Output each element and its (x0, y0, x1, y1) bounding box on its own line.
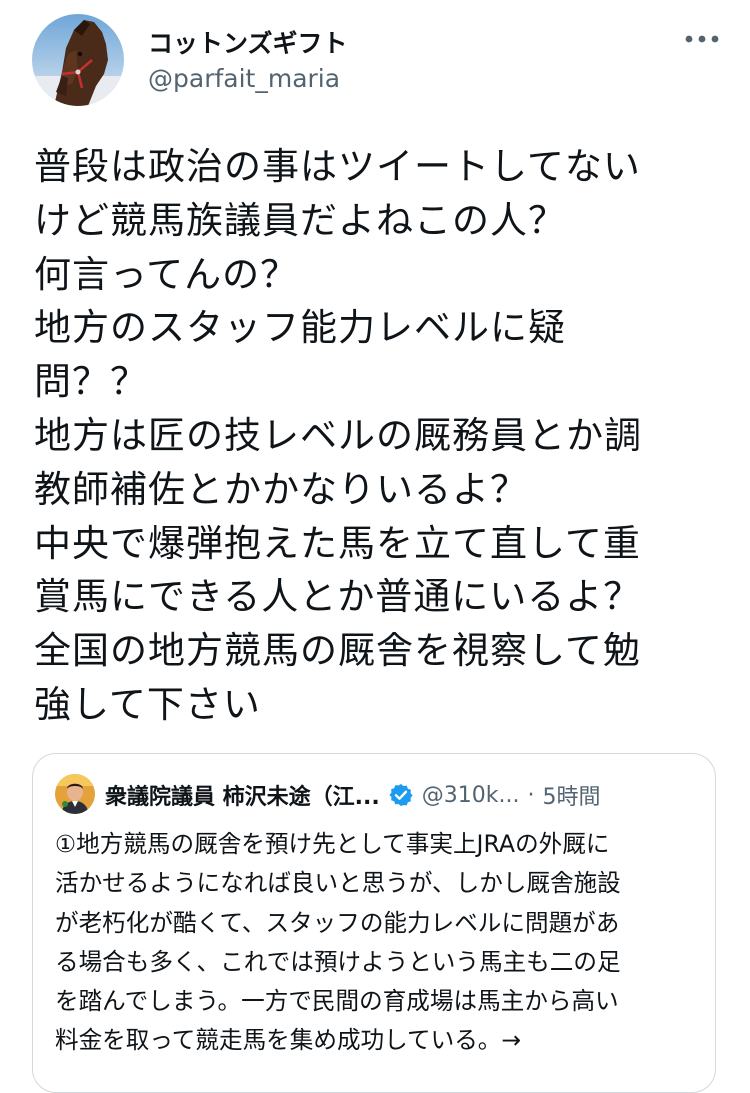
author-display-name[interactable]: コットンズギフト (148, 24, 348, 60)
quoted-text-line: が老朽化が酷くて、スタッフの能力レベルに問題があ (55, 908, 620, 937)
quoted-text-line: 活かせるようになれば良いと思うが、しかし厩舎施設 (55, 869, 621, 898)
tweet-text-line: 全国の地方競馬の厩舎を視察して勉 (34, 629, 641, 673)
quoted-tweet-text: ①地方競馬の厩舎を預け先として事実上JRAの外厩に 活かせるようになれば良いと思… (55, 825, 705, 1061)
person-avatar-image (55, 774, 95, 814)
tweet-text-line: 問？？ (34, 360, 148, 404)
verified-badge-icon (388, 782, 414, 808)
quoted-text-line: ①地方競馬の厩舎を預け先として事実上JRAの外厩に (55, 830, 610, 858)
quoted-tweet-header: 衆議院議員 柿沢未途（江... @310k... · 5時間 (105, 779, 600, 811)
quoted-text-line: 料金を取って競走馬を集め成功している。→ (55, 1026, 522, 1055)
tweet-text-line: 地方のスタッフ能力レベルに疑 (34, 306, 566, 350)
tweet-text-line: 教師補佐とかかなりいるよ？ (34, 467, 528, 511)
quoted-tweet-card[interactable]: 衆議院議員 柿沢未途（江... @310k... · 5時間 ①地方競馬の厩舎を… (32, 753, 716, 1093)
quoted-text-line: を踏んでしまう。一方で民間の育成場は馬主から高い (55, 987, 619, 1016)
tweet-text-line: 普段は政治の事はツイートしてない (34, 145, 641, 188)
more-horizontal-icon (685, 35, 719, 43)
tweet-text-line: 賞馬にできる人とか普通にいるよ？ (34, 575, 642, 619)
author-handle[interactable]: @parfait_maria (148, 64, 340, 93)
more-options-button[interactable] (682, 24, 722, 54)
tweet-text-line: 何言ってんの？ (34, 252, 299, 296)
tweet-text: 普段は政治の事はツイートしてない けど競馬族議員だよねこの人？ 何言ってんの？ … (34, 140, 714, 732)
quoted-author-avatar[interactable] (55, 774, 95, 814)
quoted-author-display-name[interactable]: 衆議院議員 柿沢未途（江... (105, 779, 380, 811)
tweet-text-line: 地方は匠の技レベルの厩務員とか調 (34, 413, 642, 457)
horse-avatar-image (32, 14, 124, 106)
tweet-text-line: 強して下さい (34, 682, 261, 726)
quoted-text-line: る場合も多く、これでは預けようという馬主も二の足 (55, 947, 621, 976)
header-separator: · (527, 782, 535, 808)
tweet-text-line: けど競馬族議員だよねこの人？ (34, 198, 566, 242)
avatar[interactable] (32, 14, 124, 106)
tweet-text-line: 中央で爆弾抱えた馬を立て直して重 (34, 521, 641, 565)
quoted-tweet-timestamp[interactable]: 5時間 (542, 779, 600, 811)
quoted-author-handle[interactable]: @310k... (422, 783, 520, 808)
